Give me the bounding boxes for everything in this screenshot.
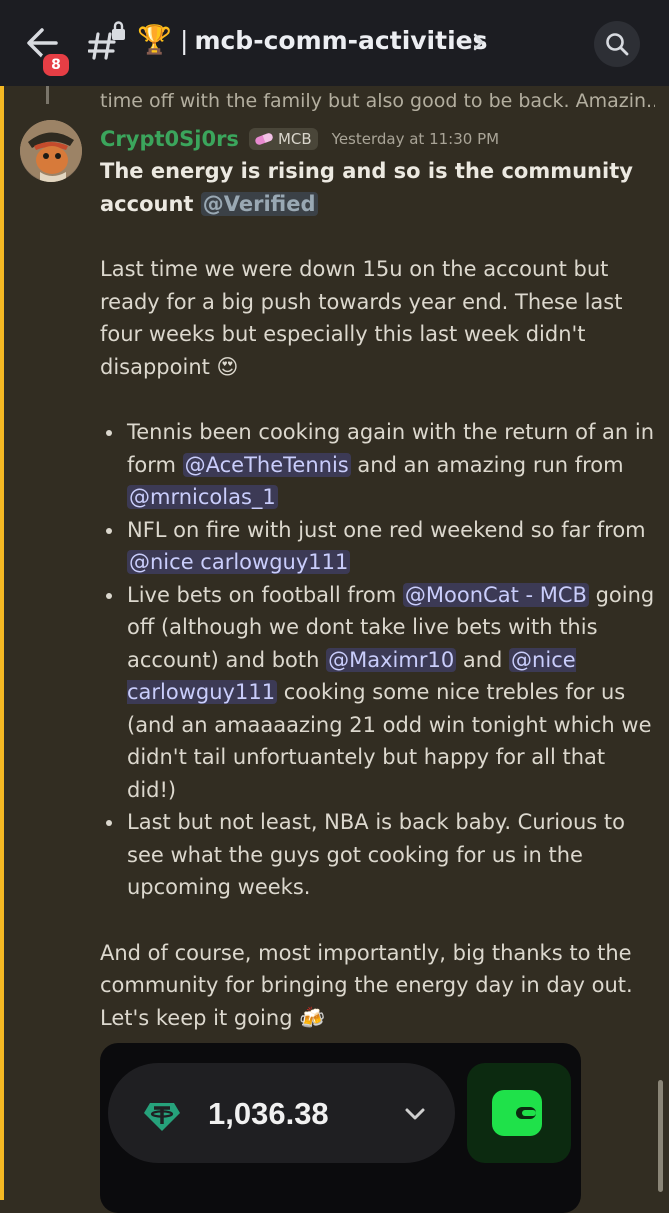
scrollbar[interactable] [658, 1080, 663, 1192]
message-headline: The energy is rising and so is the commu… [100, 155, 660, 220]
tether-icon [144, 1103, 180, 1131]
bullet-text: and an amazing run from [350, 452, 624, 477]
channel-name: mcb-comm-activities [194, 26, 488, 55]
username[interactable]: Crypt0Sj0rs [100, 127, 239, 151]
bullet-text: Last but not least, NBA is back baby. Cu… [127, 810, 625, 899]
paragraph-2: And of course, most importantly, big tha… [100, 937, 660, 1035]
chevron-down-icon [405, 1108, 425, 1120]
timestamp: Yesterday at 11:30 PM [331, 130, 500, 148]
bullet-text: Live bets on football from [127, 582, 403, 607]
wallet-button [467, 1063, 571, 1163]
user-mention-mrnicolas[interactable]: @mrnicolas_1 [127, 485, 278, 509]
paragraph-1-text: Last time we were down 15u on the accoun… [100, 257, 623, 379]
bullet-text: NFL on fire with just one red weekend so… [127, 517, 646, 542]
list-item: NFL on fire with just one red weekend so… [100, 514, 660, 579]
reply-connector [46, 86, 49, 104]
reply-preview[interactable]: time off with the family but also good t… [100, 88, 655, 114]
list-item: Tennis been cooking again with the retur… [100, 416, 660, 514]
bullet-list: Tennis been cooking again with the retur… [100, 416, 660, 904]
paragraph-2-text: And of course, most importantly, big tha… [100, 940, 633, 1030]
search-button[interactable] [594, 21, 640, 67]
balance-pill: 1,036.38 [108, 1063, 455, 1163]
user-mention-maximr10[interactable]: @Maximr10 [326, 647, 457, 672]
image-attachment[interactable]: 1,036.38 [100, 1043, 581, 1213]
headline-text: The energy is rising and so is the commu… [100, 159, 633, 216]
highlight-bar [0, 86, 4, 1200]
pill-icon [255, 133, 273, 145]
channel-header: 8 🏆 | mcb-comm-activities [0, 0, 669, 86]
channel-title[interactable]: | mcb-comm-activities [180, 24, 487, 58]
user-mention-acethetennis[interactable]: @AceTheTennis [182, 452, 351, 477]
message-content: The energy is rising and so is the commu… [100, 155, 660, 1034]
message-meta: Crypt0Sj0rs MCB Yesterday at 11:30 PM [100, 124, 499, 154]
list-item: Live bets on football from @MoonCat - MC… [100, 579, 660, 807]
bullet-text: and [456, 647, 510, 672]
chevron-right-icon[interactable] [472, 32, 486, 52]
server-tag-label: MCB [277, 130, 312, 148]
avatar[interactable] [20, 120, 82, 182]
heart-eyes-emoji: 😍 [216, 354, 239, 379]
paragraph-1: Last time we were down 15u on the accoun… [100, 253, 660, 383]
unread-badge: 8 [40, 51, 72, 79]
title-separator: | [180, 26, 189, 55]
user-mention-carlowguy[interactable]: @nice carlowguy111 [127, 550, 351, 574]
text-channel-lock-icon [87, 20, 128, 64]
trophy-icon: 🏆 [137, 23, 172, 56]
role-mention-verified[interactable]: @Verified [200, 191, 318, 216]
list-item: Last but not least, NBA is back baby. Cu… [100, 806, 660, 904]
search-icon [606, 33, 629, 56]
server-tag[interactable]: MCB [248, 128, 318, 150]
user-mention-mooncat[interactable]: @MoonCat - MCB [402, 582, 589, 607]
wallet-icon [492, 1090, 542, 1136]
beer-mugs-emoji: 🍻 [299, 1005, 326, 1030]
balance-amount: 1,036.38 [208, 1096, 329, 1131]
